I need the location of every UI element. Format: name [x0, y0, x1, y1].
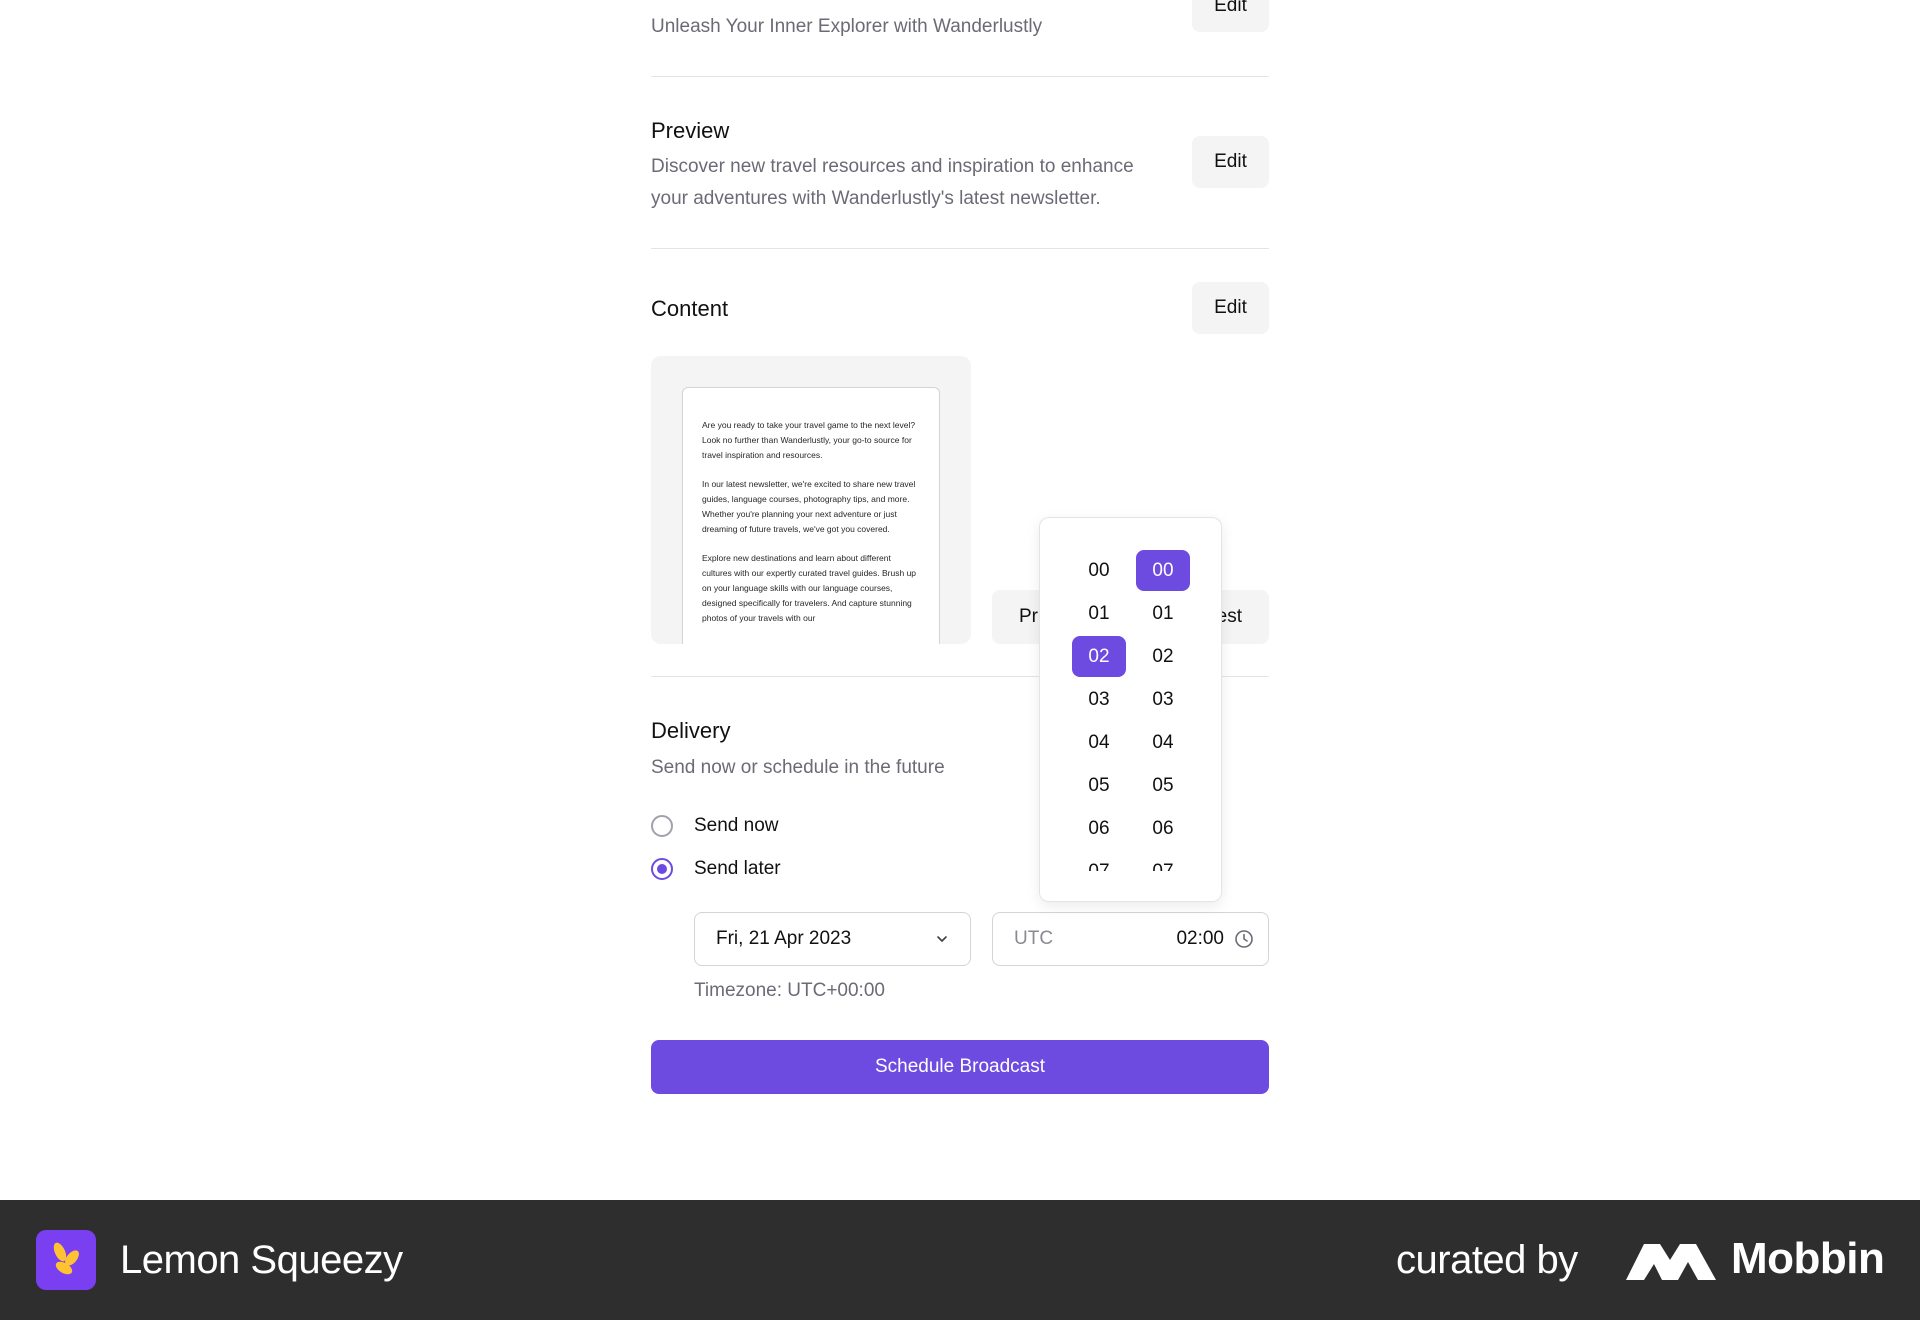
preview-test-label-left: Pr: [1019, 606, 1038, 627]
hour-option[interactable]: 04: [1072, 722, 1126, 763]
edit-subject-button[interactable]: Edit: [1192, 0, 1269, 32]
edit-content-button[interactable]: Edit: [1192, 282, 1269, 334]
subject-value: Unleash Your Inner Explorer with Wanderl…: [651, 16, 1043, 37]
lemon-leaf-icon: [53, 1242, 79, 1275]
send-later-option[interactable]: Send later: [651, 858, 781, 880]
content-title: Content: [651, 296, 729, 321]
email-document-thumbnail: Are you ready to take your travel game t…: [682, 387, 940, 644]
send-later-label: Send later: [694, 858, 781, 879]
clock-icon: [1235, 930, 1253, 948]
minute-option[interactable]: 02: [1136, 636, 1190, 677]
minute-option[interactable]: 06: [1136, 808, 1190, 849]
minute-option[interactable]: 03: [1136, 679, 1190, 720]
chevron-down-icon: [937, 936, 947, 942]
curated-by-text: curated by: [1396, 1238, 1578, 1282]
doc-paragraph: Explore new destinations and learn about…: [702, 553, 917, 623]
delivery-title: Delivery: [651, 718, 731, 743]
schedule-broadcast-button[interactable]: Schedule Broadcast: [651, 1040, 1269, 1094]
send-later-radio[interactable]: [651, 858, 673, 880]
time-value: 02:00: [1176, 928, 1224, 949]
preview-text: Discover new travel resources and inspir…: [651, 156, 1134, 209]
send-now-radio[interactable]: [651, 815, 673, 837]
minute-option[interactable]: 04: [1136, 722, 1190, 763]
brand-name: Lemon Squeezy: [120, 1238, 403, 1282]
curator-name: Mobbin: [1731, 1234, 1885, 1283]
content-preview-card[interactable]: Are you ready to take your travel game t…: [651, 356, 971, 644]
picker-fade: [1040, 871, 1221, 901]
timezone-note: Timezone: UTC+00:00: [694, 980, 885, 1001]
hour-option[interactable]: 03: [1072, 679, 1126, 720]
minutes-column[interactable]: 0001020304050607: [1136, 550, 1190, 894]
doc-paragraph: Are you ready to take your travel game t…: [702, 420, 916, 460]
minute-option[interactable]: 05: [1136, 765, 1190, 806]
hour-option[interactable]: 06: [1072, 808, 1126, 849]
send-now-label: Send now: [694, 815, 779, 836]
date-select[interactable]: Fri, 21 Apr 2023: [694, 912, 971, 966]
hour-option[interactable]: 01: [1072, 593, 1126, 634]
time-picker-popover: 0001020304050607 0001020304050607: [1039, 517, 1222, 902]
divider: [651, 76, 1269, 77]
preview-title: Preview: [651, 118, 730, 143]
divider: [651, 248, 1269, 249]
hour-option[interactable]: 00: [1072, 550, 1126, 591]
mobbin-logo-icon: [1626, 1244, 1716, 1280]
time-input[interactable]: UTC 02:00: [992, 912, 1269, 966]
hour-option[interactable]: 02: [1072, 636, 1126, 677]
doc-paragraph: In our latest newsletter, we're excited …: [702, 479, 916, 534]
hour-option[interactable]: 05: [1072, 765, 1126, 806]
footer-bar: Lemon Squeezy curated by Mobbin: [0, 1200, 1920, 1320]
timezone-label: UTC: [1014, 928, 1054, 949]
date-value: Fri, 21 Apr 2023: [716, 928, 852, 949]
hours-column[interactable]: 0001020304050607: [1072, 550, 1126, 894]
minute-option[interactable]: 00: [1136, 550, 1190, 591]
send-now-option[interactable]: Send now: [651, 815, 779, 837]
lemon-squeezy-logo: [36, 1230, 96, 1290]
edit-preview-button[interactable]: Edit: [1192, 136, 1269, 188]
minute-option[interactable]: 01: [1136, 593, 1190, 634]
